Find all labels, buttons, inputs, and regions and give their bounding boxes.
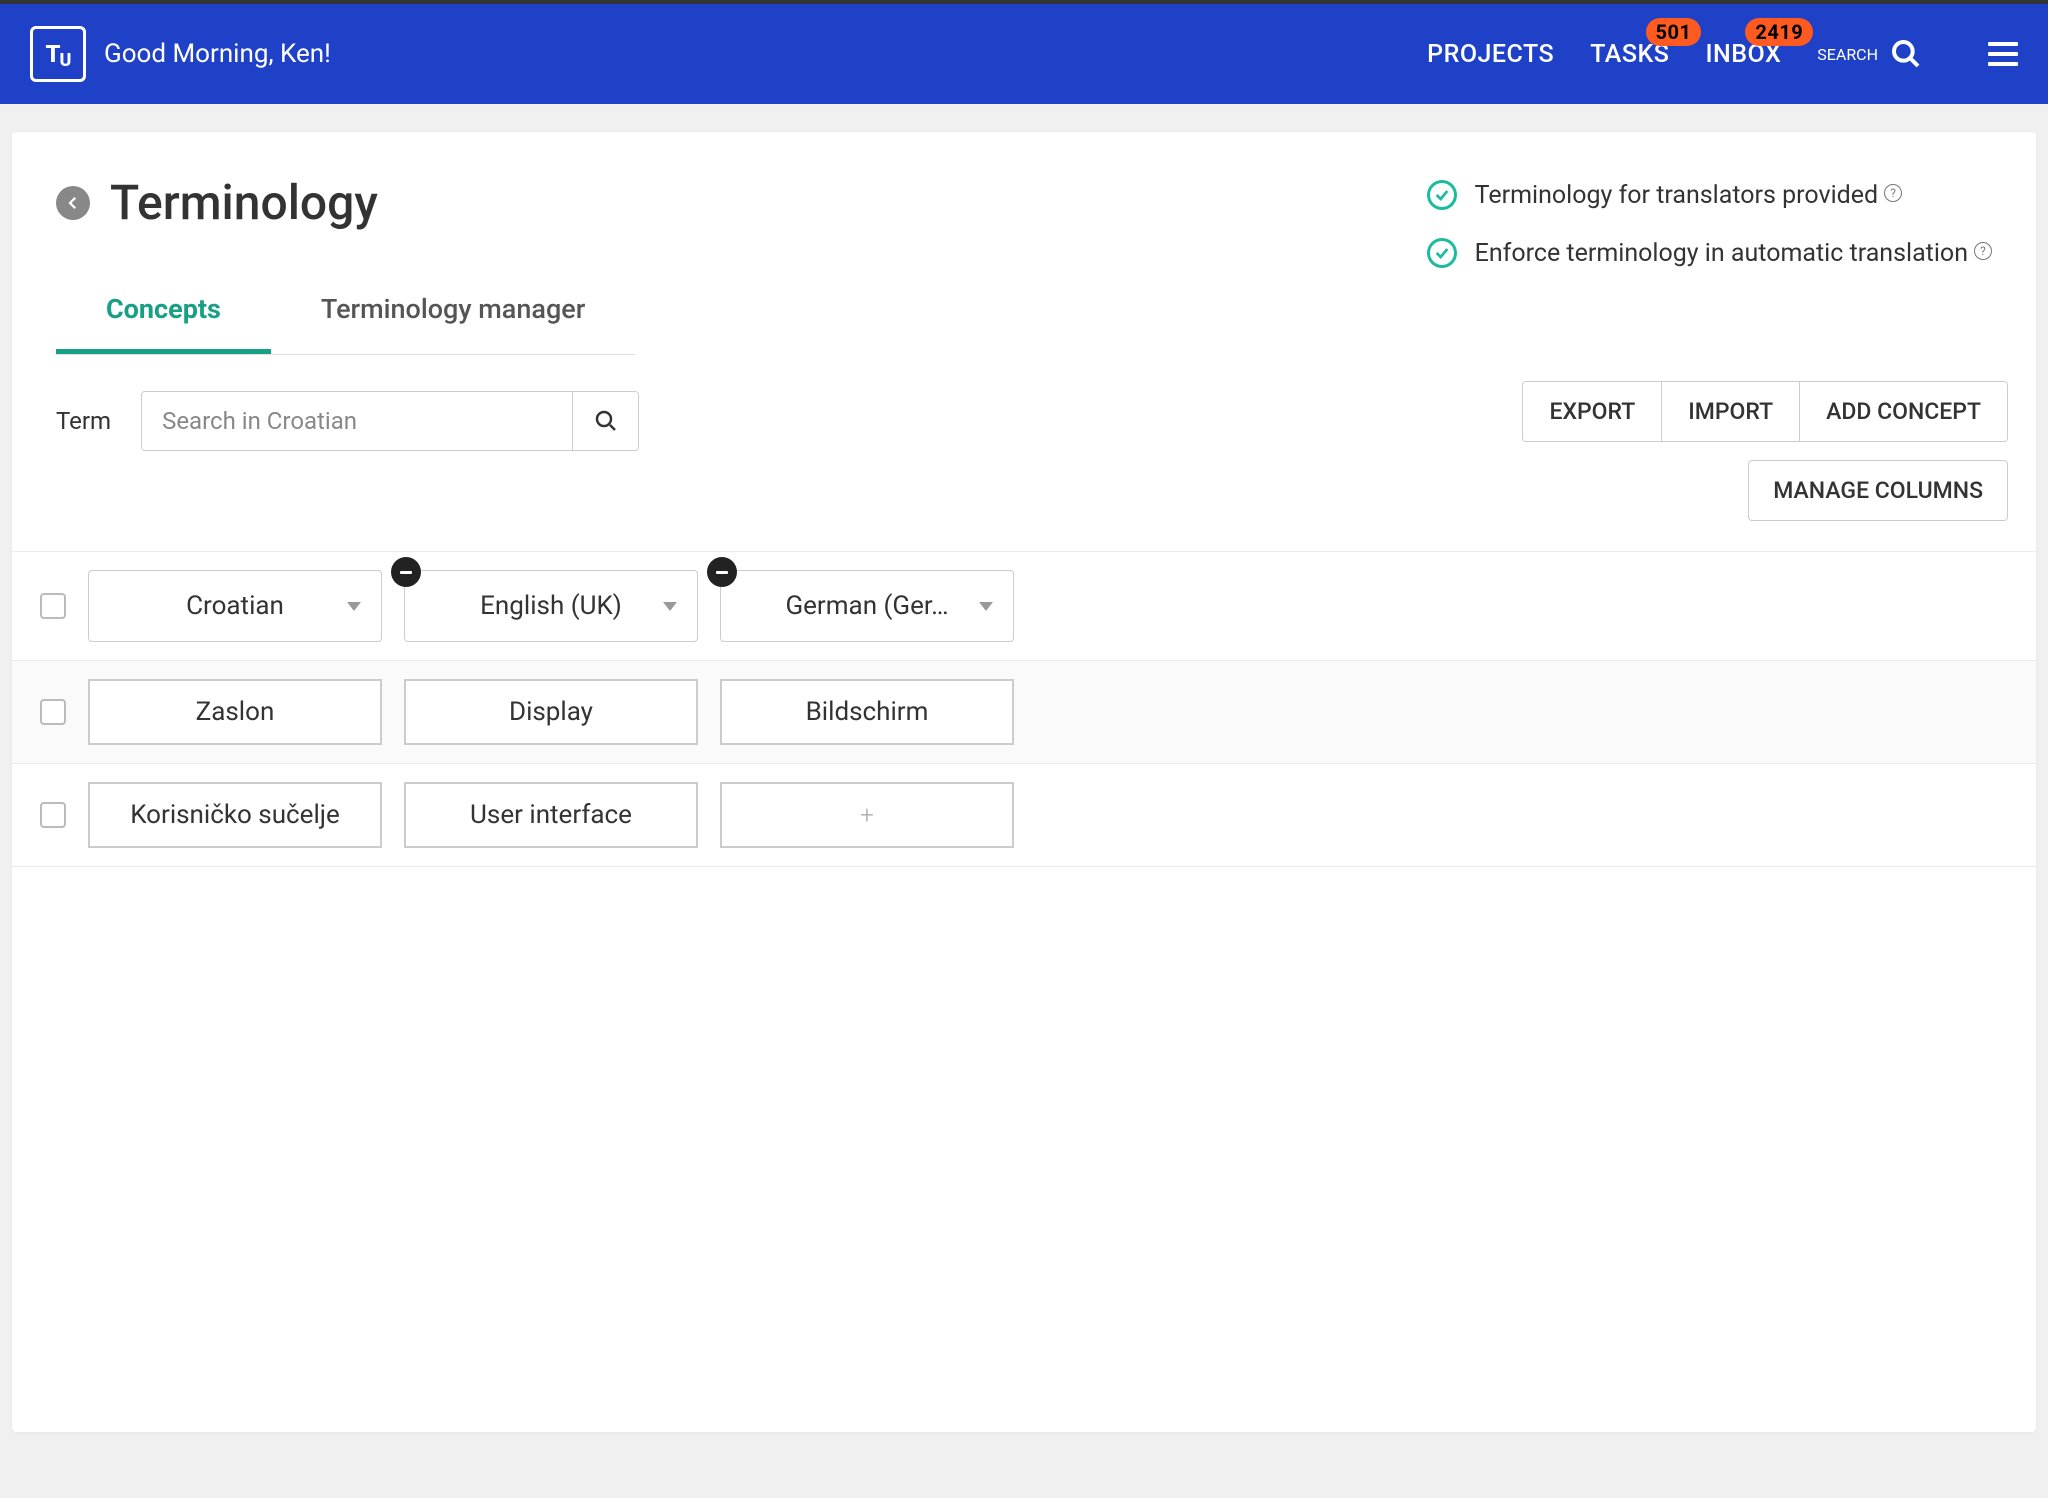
term-cell[interactable]: Korisničko sučelje xyxy=(88,782,382,848)
chevron-down-icon xyxy=(979,602,993,611)
search-icon xyxy=(1890,38,1922,70)
nav-search-label: SEARCH xyxy=(1817,45,1878,64)
help-icon[interactable]: ? xyxy=(1884,184,1902,202)
menu-icon[interactable] xyxy=(1988,42,2018,66)
column-header-row: Croatian English (UK) German (Ger… xyxy=(12,551,2036,661)
inbox-badge: 2419 xyxy=(1745,18,1813,46)
table-row: Korisničko sučelje User interface + xyxy=(12,764,2036,867)
add-term-cell[interactable]: + xyxy=(720,782,1014,848)
term-label: Term xyxy=(56,381,111,435)
status-translators-provided: Terminology for translators provided? xyxy=(1427,180,1992,210)
plus-icon: + xyxy=(860,801,874,829)
terminology-grid: Croatian English (UK) German (Ger… Zaslon D… xyxy=(12,551,2036,867)
row-checkbox[interactable] xyxy=(40,699,66,725)
language-column-0: Croatian xyxy=(88,570,382,642)
tasks-badge: 501 xyxy=(1646,18,1702,46)
term-cell[interactable]: User interface xyxy=(404,782,698,848)
remove-column-icon[interactable] xyxy=(707,557,737,587)
search-container xyxy=(141,391,639,451)
language-select[interactable]: German (Ger… xyxy=(720,570,1014,642)
arrow-left-icon xyxy=(64,194,82,212)
logo[interactable]: TU xyxy=(30,26,86,82)
add-concept-button[interactable]: ADD CONCEPT xyxy=(1800,382,2007,441)
check-icon xyxy=(1427,180,1457,210)
page-title: Terminology xyxy=(110,174,378,231)
remove-column-icon[interactable] xyxy=(391,557,421,587)
status-enforce-terminology: Enforce terminology in automatic transla… xyxy=(1427,238,1992,268)
nav-projects[interactable]: PROJECTS xyxy=(1427,40,1554,69)
language-column-2: German (Ger… xyxy=(720,570,1014,642)
tabs: Concepts Terminology manager xyxy=(56,279,635,355)
chevron-down-icon xyxy=(347,602,361,611)
top-navbar: TU Good Morning, Ken! PROJECTS TASKS 501… xyxy=(0,0,2048,104)
nav-tasks[interactable]: TASKS 501 xyxy=(1590,40,1669,69)
term-cell[interactable]: Display xyxy=(404,679,698,745)
logo-text: TU xyxy=(46,40,71,68)
status-text-1: Terminology for translators provided? xyxy=(1475,181,1902,210)
status-text-2: Enforce terminology in automatic transla… xyxy=(1475,239,1992,268)
chevron-down-icon xyxy=(663,602,677,611)
check-icon xyxy=(1427,238,1457,268)
help-icon[interactable]: ? xyxy=(1974,242,1992,260)
export-button[interactable]: EXPORT xyxy=(1523,382,1662,441)
table-row: Zaslon Display Bildschirm xyxy=(12,661,2036,764)
import-button[interactable]: IMPORT xyxy=(1662,382,1800,441)
action-button-group: EXPORT IMPORT ADD CONCEPT xyxy=(1522,381,2008,442)
search-icon xyxy=(594,409,618,433)
toolbar: Term EXPORT IMPORT ADD CONCEPT MANAGE CO… xyxy=(12,355,2036,521)
nav-search[interactable]: SEARCH xyxy=(1817,38,1922,70)
manage-columns-button[interactable]: MANAGE COLUMNS xyxy=(1748,460,2008,521)
nav-inbox[interactable]: INBOX 2419 xyxy=(1705,40,1781,69)
tab-concepts[interactable]: Concepts xyxy=(56,279,271,354)
term-cell[interactable]: Bildschirm xyxy=(720,679,1014,745)
language-column-1: English (UK) xyxy=(404,570,698,642)
select-all-checkbox[interactable] xyxy=(40,593,66,619)
back-button[interactable] xyxy=(56,186,90,220)
language-select[interactable]: Croatian xyxy=(88,570,382,642)
search-button[interactable] xyxy=(572,392,638,450)
main-content: Terminology Concepts Terminology manager… xyxy=(12,132,2036,1432)
term-cell[interactable]: Zaslon xyxy=(88,679,382,745)
language-select[interactable]: English (UK) xyxy=(404,570,698,642)
row-checkbox[interactable] xyxy=(40,802,66,828)
greeting-text: Good Morning, Ken! xyxy=(104,39,331,69)
tab-terminology-manager[interactable]: Terminology manager xyxy=(271,279,635,354)
search-input[interactable] xyxy=(142,392,572,450)
